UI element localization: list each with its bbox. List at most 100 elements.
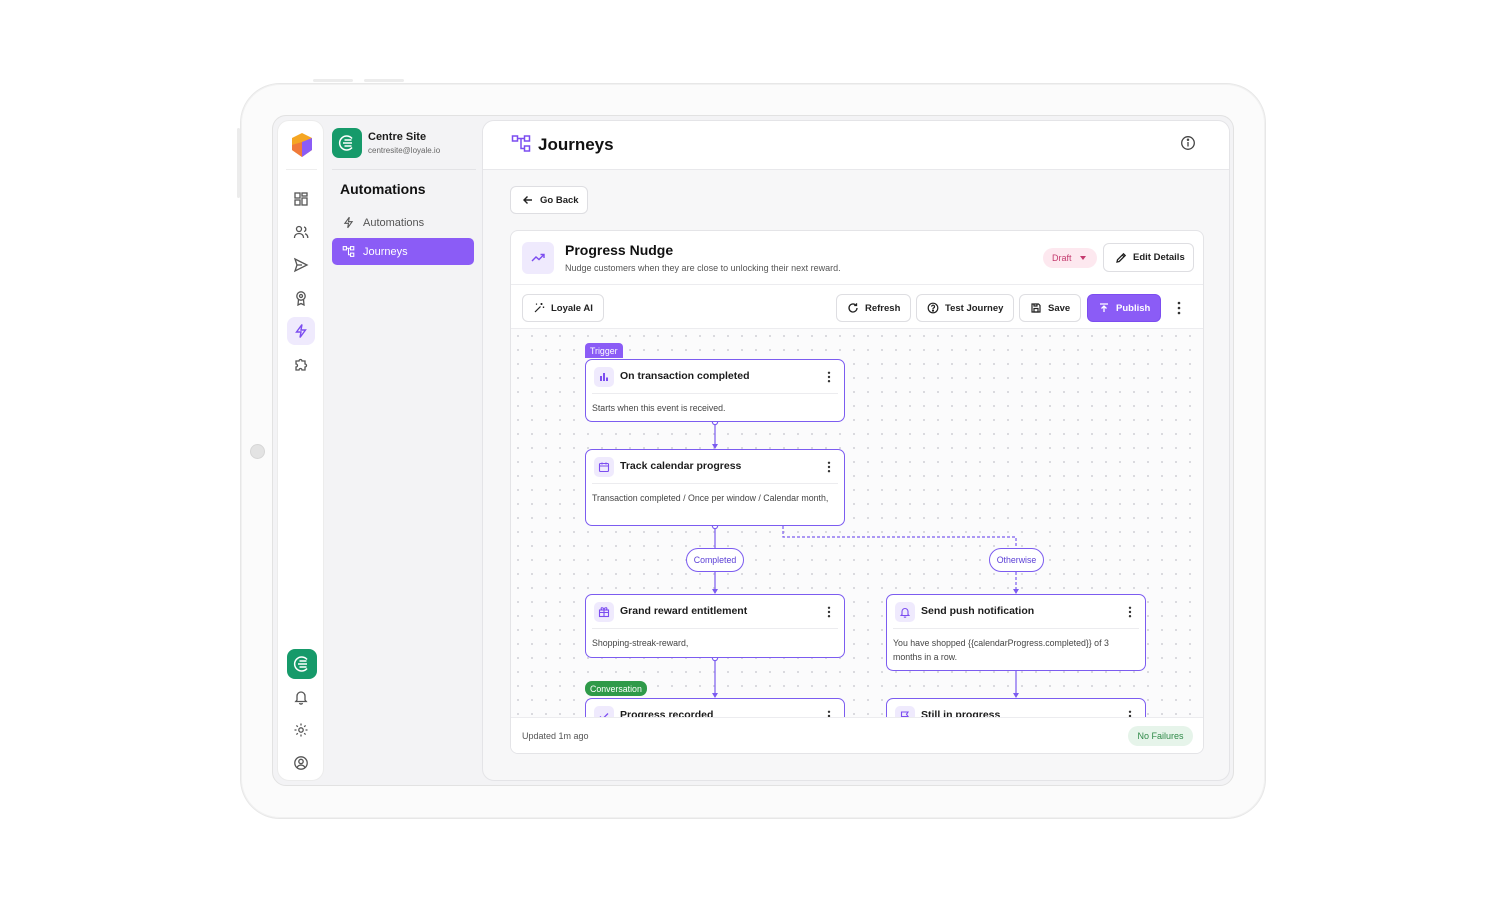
tablet-side-button [237,128,240,198]
node-title: Track calendar progress [620,460,742,472]
node-still-in-progress[interactable]: Still in progress [886,698,1146,717]
node-track-progress[interactable]: Track calendar progress Transaction comp… [585,449,845,526]
go-back-button[interactable]: Go Back [510,186,588,214]
save-button[interactable]: Save [1019,294,1082,322]
node-title: Still in progress [921,709,1001,717]
node-menu-icon[interactable] [1125,708,1135,717]
loyale-ai-button[interactable]: Loyale AI [522,294,604,322]
journey-header: Progress Nudge Nudge customers when they… [511,231,1203,285]
page-header: Journeys [483,121,1229,170]
bolt-icon [343,216,354,229]
trend-icon [522,242,554,274]
org-switcher[interactable]: Centre Site centresite@loyale.io [332,128,482,160]
award-icon[interactable] [287,284,315,312]
gift-icon [594,602,614,622]
org-name: Centre Site [368,131,427,143]
arrow-left-icon [523,196,532,204]
node-description: You have shopped {{calendarProgress.comp… [893,638,1109,662]
publish-label: Publish [1116,302,1151,314]
branch-completed[interactable]: Completed [686,548,744,572]
save-label: Save [1048,302,1071,314]
upload-icon [1100,303,1108,312]
sidebar-divider [332,169,476,170]
journey-toolbar: Loyale AI Refresh Test Journey Save Publ… [511,285,1203,329]
node-trigger[interactable]: On transaction completed Starts when thi… [585,359,845,422]
app-logo-icon[interactable] [288,130,316,160]
conversation-tag: Conversation [585,681,647,696]
node-title: Progress recorded [620,709,714,717]
journey-icon [511,135,531,152]
dashboard-icon[interactable] [287,185,315,213]
more-options-icon[interactable] [1172,298,1186,318]
sidebar-heading: Automations [340,181,426,197]
publish-button[interactable]: Publish [1087,294,1162,322]
icon-rail [277,120,324,781]
node-push-notification[interactable]: Send push notification You have shopped … [886,594,1146,671]
info-icon[interactable] [1180,135,1196,151]
node-menu-icon[interactable] [1125,604,1135,620]
pencil-icon [1116,252,1127,263]
tablet-top-button [313,79,353,82]
tablet-camera [250,444,265,459]
flag-icon [895,706,915,717]
node-title: Grand reward entitlement [620,605,748,617]
edit-details-button[interactable]: Edit Details [1103,243,1194,272]
node-progress-recorded[interactable]: Progress recorded [585,698,845,717]
sidebar-item-journeys[interactable]: Journeys [332,238,474,265]
main-panel: Journeys Go Back Progress Nudge Nudge cu… [482,120,1230,781]
account-icon[interactable] [287,749,315,777]
node-title: On transaction completed [620,370,750,382]
node-menu-icon[interactable] [824,604,834,620]
refresh-icon [848,303,858,313]
journey-card: Progress Nudge Nudge customers when they… [510,230,1204,754]
node-description: Starts when this event is received. [592,403,726,413]
node-menu-icon[interactable] [824,459,834,475]
loyale-ai-label: Loyale AI [551,302,593,314]
rail-divider [286,169,317,170]
save-disk-icon [1031,303,1041,313]
settings-gear-icon[interactable] [287,716,315,744]
bar-chart-icon [594,367,614,387]
help-circle-icon [927,302,939,314]
magic-wand-icon [534,303,545,313]
node-title: Send push notification [921,605,1035,617]
bell-icon [895,602,915,622]
node-grand-reward[interactable]: Grand reward entitlement Shopping-streak… [585,594,845,658]
app-screen: Centre Site centresite@loyale.io Automat… [272,115,1234,786]
chevron-down-icon [1079,256,1086,260]
test-journey-label: Test Journey [945,302,1004,314]
edit-details-label: Edit Details [1133,252,1185,263]
page-title: Journeys [538,135,614,154]
users-icon[interactable] [287,218,315,246]
test-journey-button[interactable]: Test Journey [916,294,1015,322]
journey-icon [342,246,355,257]
status-badge: No Failures [1128,726,1193,746]
trigger-tag: Trigger [585,343,623,358]
node-menu-icon[interactable] [824,369,834,385]
refresh-button[interactable]: Refresh [836,294,912,322]
updated-timestamp: Updated 1m ago [522,731,589,741]
automation-bolt-icon[interactable] [287,317,315,345]
journey-canvas[interactable]: Trigger On transaction completed Starts … [511,329,1203,717]
refresh-label: Refresh [865,302,901,314]
org-logo-icon [332,128,362,158]
node-menu-icon[interactable] [824,708,834,717]
status-dropdown[interactable]: Draft [1043,248,1097,268]
integrations-puzzle-icon[interactable] [287,350,315,378]
branch-otherwise[interactable]: Otherwise [989,548,1044,572]
send-icon[interactable] [287,251,315,279]
check-icon [594,706,614,717]
journey-subtitle: Nudge customers when they are close to u… [565,263,841,273]
journey-title: Progress Nudge [565,242,674,258]
notifications-bell-icon[interactable] [287,683,315,711]
sidebar-item-label: Journeys [363,245,408,258]
org-email: centresite@loyale.io [368,146,441,155]
sidebar-item-label: Automations [363,216,425,229]
calendar-icon [594,457,614,477]
go-back-label: Go Back [540,194,579,206]
journey-footer: Updated 1m ago No Failures [511,717,1203,753]
org-avatar[interactable] [287,649,317,679]
node-description: Shopping-streak-reward, [592,638,689,648]
secondary-sidebar: Centre Site centresite@loyale.io Automat… [324,116,482,785]
sidebar-item-automations[interactable]: Automations [332,209,474,236]
